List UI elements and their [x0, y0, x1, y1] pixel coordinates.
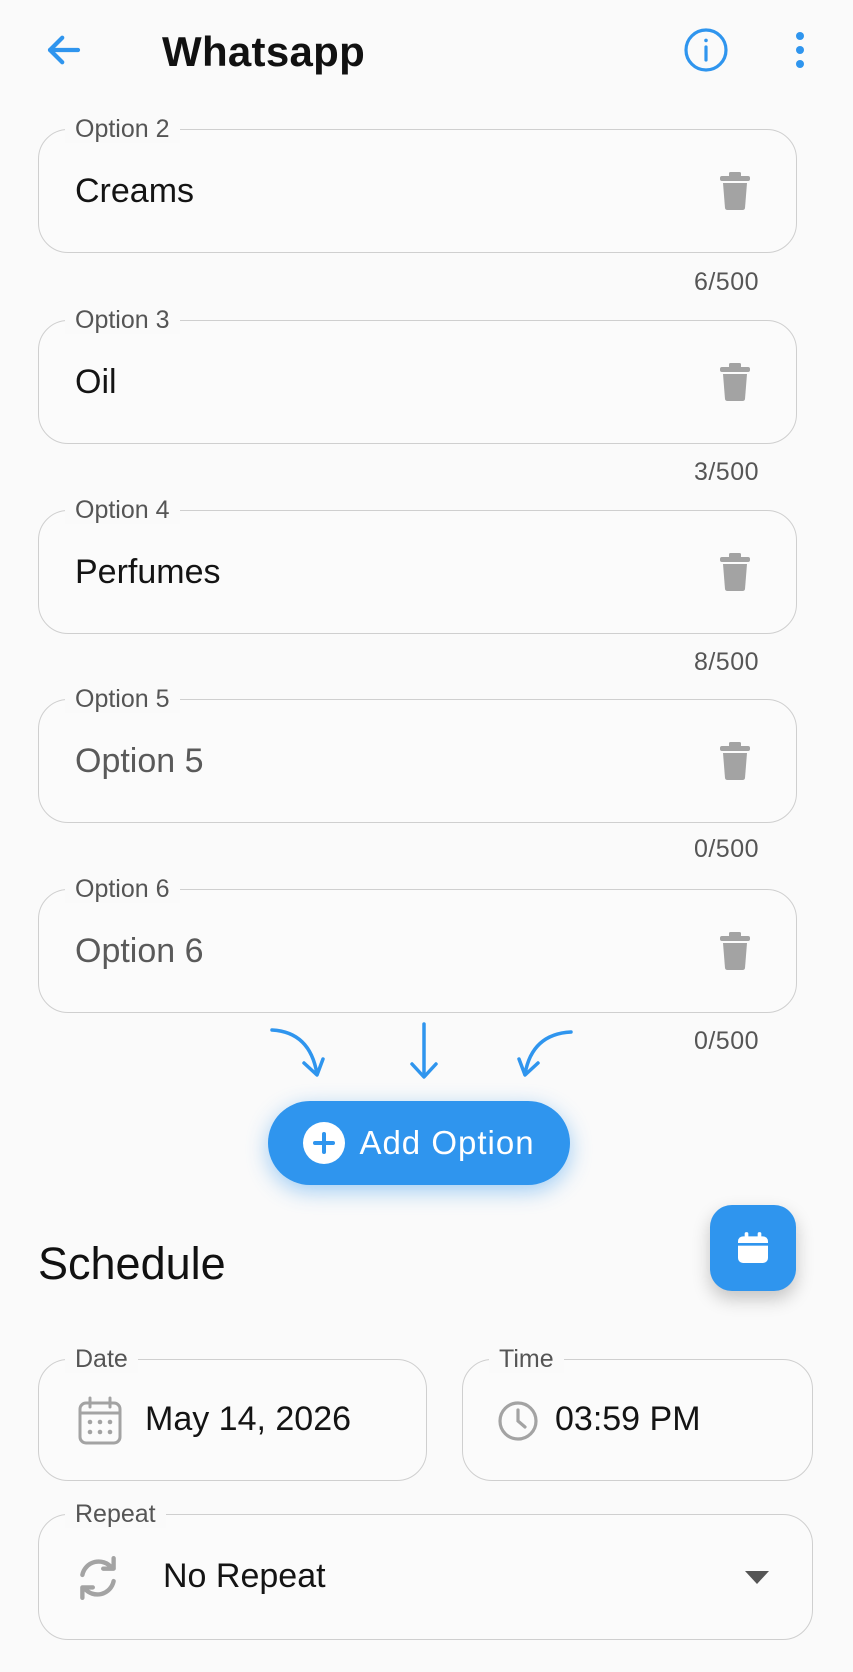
arrow-down-icon — [410, 1022, 438, 1079]
hint-arrows — [270, 1022, 573, 1079]
trash-icon — [720, 742, 750, 780]
delete-option-button[interactable] — [718, 171, 752, 211]
option-input[interactable]: Option 5 — [75, 700, 204, 822]
back-button[interactable] — [36, 22, 92, 78]
option-field-6[interactable]: Option 6 Option 6 — [38, 875, 797, 1013]
arrow-down-left-icon — [517, 1030, 573, 1077]
delete-option-button[interactable] — [718, 362, 752, 402]
trash-icon — [720, 553, 750, 591]
option-field-4[interactable]: Option 4 Perfumes — [38, 496, 797, 634]
page-title: Whatsapp — [162, 28, 366, 75]
trash-icon — [720, 363, 750, 401]
time-field[interactable]: Time 03:59 PM — [462, 1345, 813, 1481]
more-vertical-icon — [796, 32, 804, 68]
calendar-fab-button[interactable] — [710, 1205, 796, 1291]
trash-icon — [720, 932, 750, 970]
arrow-left-icon — [47, 35, 81, 65]
char-counter: 0/500 — [693, 1027, 759, 1055]
time-value: 03:59 PM — [555, 1400, 701, 1438]
calendar-icon — [77, 1396, 123, 1451]
add-option-button[interactable]: Add Option — [268, 1101, 570, 1185]
option-field-3[interactable]: Option 3 Oil — [38, 306, 797, 444]
option-field-5[interactable]: Option 5 Option 5 — [38, 685, 797, 823]
char-counter: 3/500 — [693, 458, 759, 486]
arrow-down-right-icon — [270, 1028, 325, 1077]
more-button[interactable] — [776, 22, 824, 78]
clock-icon — [497, 1400, 539, 1447]
calendar-icon — [738, 1232, 768, 1263]
date-field[interactable]: Date May 14, 2026 — [38, 1345, 427, 1481]
repeat-icon — [73, 1553, 123, 1608]
date-label: Date — [65, 1345, 138, 1373]
option-input[interactable]: Creams — [75, 130, 194, 252]
trash-icon — [720, 172, 750, 210]
option-input[interactable]: Oil — [75, 321, 117, 443]
delete-option-button[interactable] — [718, 741, 752, 781]
date-value: May 14, 2026 — [145, 1400, 352, 1438]
option-input[interactable]: Perfumes — [75, 511, 221, 633]
option-input[interactable]: Option 6 — [75, 890, 204, 1012]
delete-option-button[interactable] — [718, 552, 752, 592]
char-counter: 8/500 — [693, 648, 759, 676]
repeat-label: Repeat — [65, 1500, 166, 1528]
repeat-field[interactable]: Repeat No Repeat — [38, 1500, 813, 1640]
add-option-label: Add Option — [359, 1124, 535, 1161]
plus-circle-icon — [303, 1122, 346, 1164]
schedule-title: Schedule — [38, 1238, 226, 1289]
char-counter: 6/500 — [693, 268, 759, 296]
time-label: Time — [489, 1345, 564, 1373]
char-counter: 0/500 — [693, 835, 759, 863]
repeat-value: No Repeat — [163, 1557, 326, 1595]
caret-down-icon[interactable] — [744, 1570, 770, 1591]
info-button[interactable] — [678, 22, 734, 78]
delete-option-button[interactable] — [718, 931, 752, 971]
option-field-2[interactable]: Option 2 Creams — [38, 115, 797, 253]
info-icon — [684, 28, 728, 72]
